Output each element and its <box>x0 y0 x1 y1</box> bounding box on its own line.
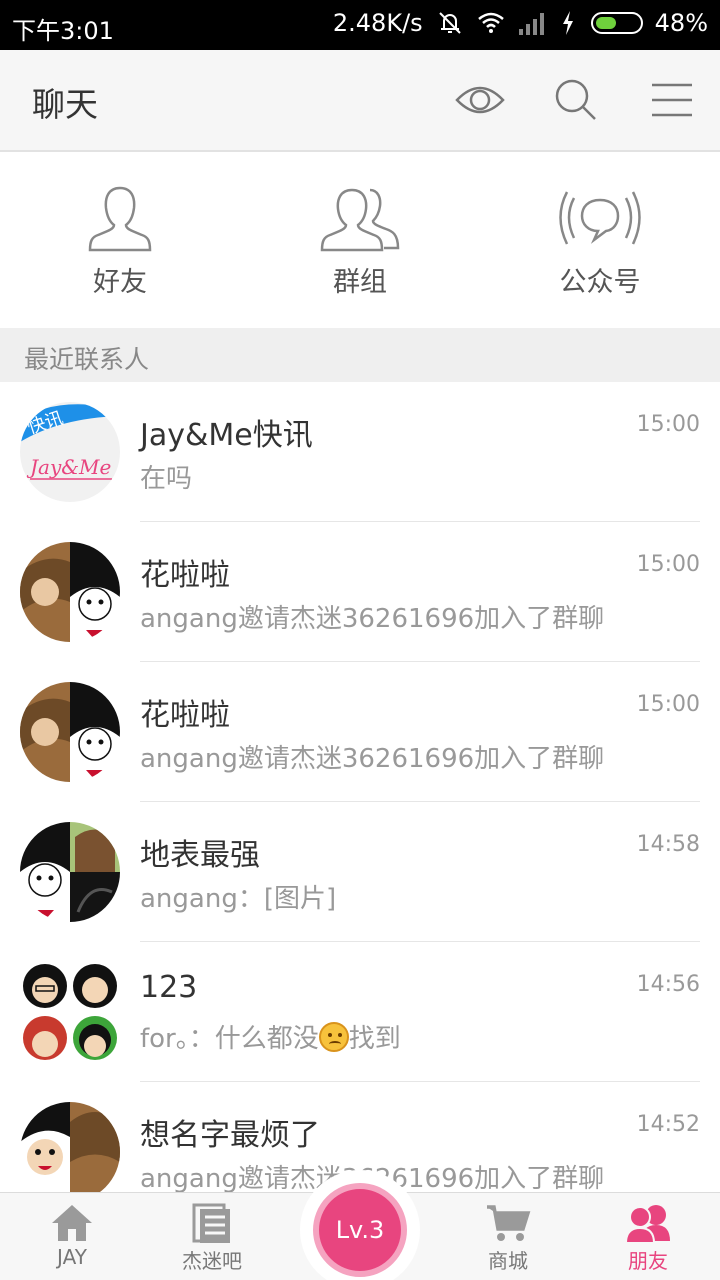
chat-name: Jay&Me快讯 <box>140 418 313 453</box>
menu-icon <box>652 83 692 117</box>
battery-percent: 48% <box>654 9 708 37</box>
page-title: 聊天 <box>32 85 98 124</box>
chat-row[interactable]: 花啦啦 angang邀请杰迷36261696加入了群聊 15:00 <box>0 522 720 662</box>
friends-label: 好友 <box>93 267 147 298</box>
groups-label: 群组 <box>333 267 387 298</box>
home-icon <box>52 1205 92 1241</box>
chat-time: 14:58 <box>636 832 700 857</box>
status-time: 下午3:01 <box>12 17 114 45</box>
worried-emoji-icon <box>318 1022 349 1052</box>
broadcast-icon <box>559 191 641 245</box>
chat-row[interactable]: 快讯 Jay&Me Jay&Me快讯 在吗 15:00 <box>0 382 720 522</box>
chat-time: 14:52 <box>636 1112 700 1137</box>
chat-last-message: angang：[图片] <box>140 884 337 914</box>
signal-icon <box>517 11 549 35</box>
person-icon <box>88 186 152 252</box>
group-icon <box>320 188 400 252</box>
chat-last-message: 在吗 <box>140 464 193 494</box>
document-icon <box>192 1203 230 1243</box>
chat-name: 123 <box>140 970 198 1005</box>
chat-time: 15:00 <box>636 552 700 577</box>
eye-icon <box>455 86 505 114</box>
chat-last-message: angang邀请杰迷36261696加入了群聊 <box>140 604 605 634</box>
avatar <box>20 542 120 642</box>
recent-contacts-label: 最近联系人 <box>24 345 150 374</box>
status-right: 2.48K/s 48% <box>333 9 708 37</box>
chat-message-text: 找到 <box>348 1024 401 1054</box>
nav-item-jay[interactable]: JAY <box>0 1193 144 1280</box>
chat-last-message: angang邀请杰迷36261696加入了群聊 <box>140 744 605 774</box>
recent-contacts-header: 最近联系人 <box>0 328 720 382</box>
chat-row[interactable]: 123 for。：什么都没 找到 14:56 <box>0 942 720 1082</box>
nav-item-forum[interactable]: 杰迷吧 <box>140 1193 284 1280</box>
chat-list: 快讯 Jay&Me Jay&Me快讯 在吗 15:00 花啦啦 angang邀请 <box>0 382 720 1222</box>
level-badge-button[interactable]: Lv.3 <box>300 1170 420 1280</box>
network-speed: 2.48K/s <box>332 9 423 37</box>
eye-button[interactable] <box>454 76 506 124</box>
groups-entry[interactable]: 群组 <box>240 152 480 328</box>
avatar <box>20 962 120 1062</box>
wifi-icon <box>477 11 505 35</box>
friends-icon <box>624 1205 670 1243</box>
search-button[interactable] <box>550 76 602 124</box>
level-badge: Lv.3 <box>313 1183 407 1277</box>
app-bar: 聊天 <box>0 50 720 152</box>
cart-icon <box>487 1205 531 1241</box>
menu-button[interactable] <box>646 76 698 124</box>
nav-label: 朋友 <box>628 1249 668 1273</box>
quick-entries: 好友 群组 公众号 <box>0 152 720 328</box>
chat-name: 花啦啦 <box>140 698 230 733</box>
search-icon <box>555 79 596 120</box>
nav-item-shop[interactable]: 商城 <box>436 1193 580 1280</box>
avatar <box>20 822 120 922</box>
battery-icon <box>590 12 643 34</box>
chat-last-message: for。：什么都没 找到 <box>140 1018 401 1055</box>
chat-message-text: for。：什么都没 <box>140 1024 319 1054</box>
chat-time: 15:00 <box>636 692 700 717</box>
chat-time: 14:56 <box>636 972 700 997</box>
nav-label: 商城 <box>488 1249 528 1273</box>
chat-row[interactable]: 花啦啦 angang邀请杰迷36261696加入了群聊 15:00 <box>0 662 720 802</box>
official-accounts-entry[interactable]: 公众号 <box>480 152 720 328</box>
nav-label: 杰迷吧 <box>182 1249 242 1273</box>
avatar <box>20 682 120 782</box>
chat-name: 地表最强 <box>140 838 260 873</box>
friends-entry[interactable]: 好友 <box>0 152 240 328</box>
nav-item-friends[interactable]: 朋友 <box>576 1193 720 1280</box>
nav-label: JAY <box>57 1245 87 1269</box>
svg-text:Jay&Me: Jay&Me <box>26 455 111 479</box>
avatar <box>20 1102 120 1202</box>
status-bar: 下午3:01 2.48K/s 48% <box>0 0 720 50</box>
chat-time: 15:00 <box>636 412 700 437</box>
charging-icon <box>561 11 575 35</box>
official-accounts-label: 公众号 <box>559 267 641 298</box>
alarm-off-icon <box>435 9 465 37</box>
chat-name: 花啦啦 <box>140 558 230 593</box>
chat-name: 想名字最烦了 <box>140 1118 320 1153</box>
chat-row[interactable]: 地表最强 angang：[图片] 14:58 <box>0 802 720 942</box>
avatar: 快讯 Jay&Me <box>20 402 120 502</box>
